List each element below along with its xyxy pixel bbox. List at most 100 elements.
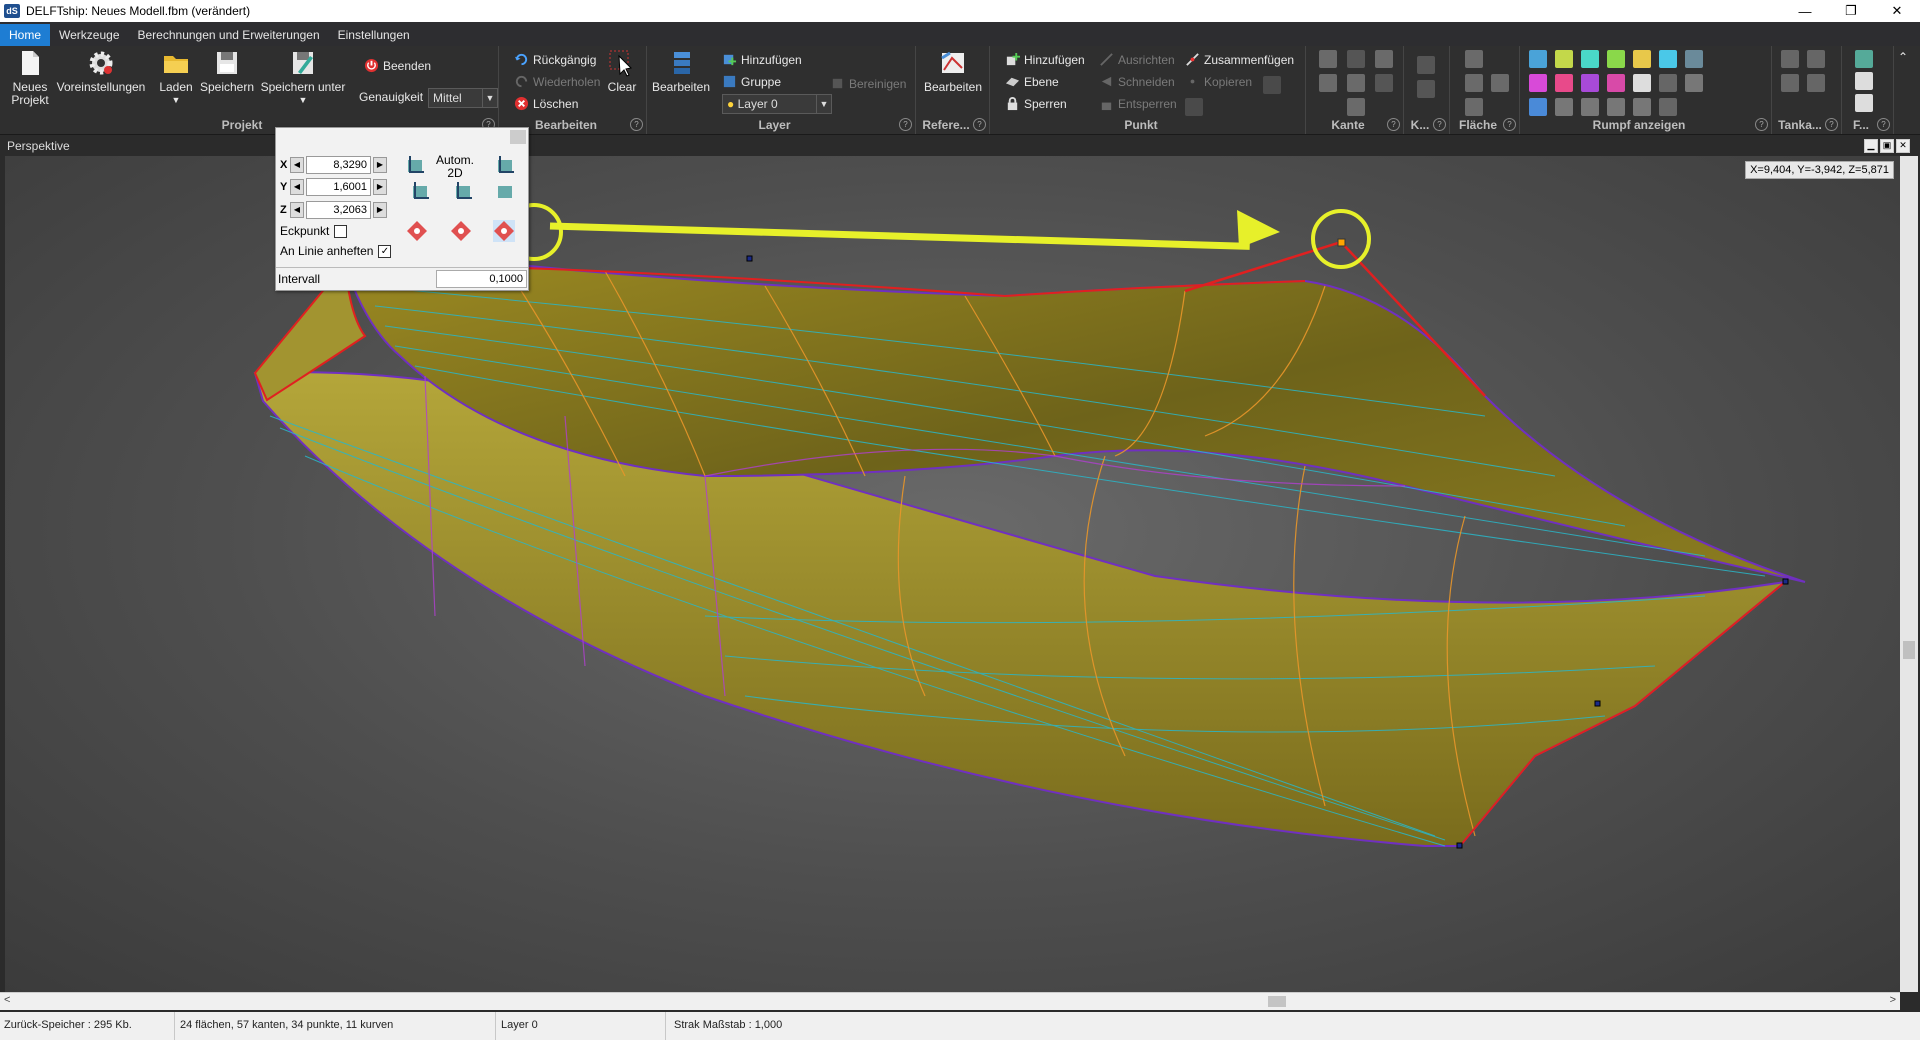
hull-view-icon[interactable] (1685, 50, 1703, 68)
x-decrement-button[interactable]: ◀ (290, 157, 304, 173)
ribbon-collapse-icon[interactable]: ⌃ (1898, 50, 1908, 64)
layer-add-button[interactable]: Hinzufügen (722, 52, 802, 67)
edge-tool-icon[interactable] (1375, 50, 1393, 68)
frame-tool-icon[interactable] (1855, 50, 1873, 68)
hull-view-icon[interactable] (1659, 74, 1677, 92)
hull-view-icon[interactable] (1581, 50, 1599, 68)
help-icon[interactable]: ? (1755, 118, 1768, 131)
layer-clean-button[interactable]: Bereinigen (830, 76, 906, 91)
move-point-active-icon[interactable] (493, 220, 515, 242)
precision-select[interactable]: Mittel ▼ (428, 88, 498, 108)
point-add-button[interactable]: Hinzufügen (1005, 52, 1085, 67)
tab-home[interactable]: Home (0, 24, 51, 46)
edge-tool-icon[interactable] (1319, 74, 1337, 92)
point-tool-icon[interactable] (1185, 98, 1203, 116)
view-plane-icon[interactable] (494, 154, 516, 176)
help-icon[interactable]: ? (630, 118, 643, 131)
help-icon[interactable]: ? (899, 118, 912, 131)
viewport-maximize-icon[interactable]: ▣ (1880, 139, 1894, 153)
load-button[interactable]: Laden ▼ (156, 48, 196, 107)
new-project-button[interactable]: Neues Projekt (6, 48, 54, 107)
edge-tool-icon[interactable] (1319, 50, 1337, 68)
hull-view-icon[interactable] (1529, 74, 1547, 92)
hull-view-icon[interactable] (1581, 98, 1599, 116)
point-plane-button[interactable]: Ebene (1005, 74, 1059, 89)
hull-view-icon[interactable] (1633, 50, 1651, 68)
tank-tool-icon[interactable] (1807, 50, 1825, 68)
z-decrement-button[interactable]: ◀ (290, 202, 304, 218)
scroll-right-icon[interactable]: > (1890, 994, 1896, 1006)
horizontal-scrollbar[interactable]: < > (0, 992, 1900, 1010)
hull-view-icon[interactable] (1633, 74, 1651, 92)
hull-view-icon[interactable] (1659, 50, 1677, 68)
hull-view-icon[interactable] (1633, 98, 1651, 116)
viewport-minimize-icon[interactable]: ▁ (1864, 139, 1878, 153)
help-icon[interactable]: ? (1387, 118, 1400, 131)
move-point-icon[interactable] (406, 220, 428, 242)
corner-point-checkbox[interactable] (334, 224, 348, 238)
vertical-scroll-thumb[interactable] (1903, 641, 1915, 659)
clear-button[interactable]: Clear (604, 48, 640, 94)
viewport-close-icon[interactable]: ✕ (1896, 139, 1910, 153)
view-plane-icon[interactable] (409, 180, 431, 202)
x-increment-button[interactable]: ▶ (373, 157, 387, 173)
hull-view-icon[interactable] (1529, 98, 1547, 116)
frame-tool-icon[interactable] (1855, 72, 1873, 90)
edge-tool-icon[interactable] (1347, 74, 1365, 92)
maximize-button[interactable]: ❐ (1828, 0, 1874, 22)
face-tool-icon[interactable] (1465, 50, 1483, 68)
help-icon[interactable]: ? (1877, 118, 1890, 131)
preferences-button[interactable]: Voreinstellungen (55, 48, 147, 94)
move-point-icon[interactable] (450, 220, 472, 242)
hull-view-icon[interactable] (1659, 98, 1677, 116)
help-icon[interactable]: ? (1433, 118, 1446, 131)
redo-button[interactable]: Wiederholen (514, 74, 600, 89)
y-increment-button[interactable]: ▶ (373, 179, 387, 195)
interval-input[interactable]: 0,1000 (436, 270, 527, 288)
point-copy-button[interactable]: Kopieren (1185, 74, 1252, 89)
layer-group-button[interactable]: Gruppe (722, 74, 781, 89)
point-cut-button[interactable]: Schneiden (1099, 74, 1175, 89)
edge-tool-icon[interactable] (1347, 50, 1365, 68)
y-decrement-button[interactable]: ◀ (290, 179, 304, 195)
frame-tool-icon[interactable] (1855, 94, 1873, 112)
tank-tool-icon[interactable] (1781, 74, 1799, 92)
quit-button[interactable]: Beenden (364, 58, 431, 73)
face-tool-icon[interactable] (1465, 98, 1483, 116)
delete-button[interactable]: Löschen (514, 96, 578, 111)
tab-einstellungen[interactable]: Einstellungen (329, 24, 419, 46)
view-plane-icon[interactable] (404, 154, 426, 176)
hull-view-icon[interactable] (1555, 98, 1573, 116)
hull-view-icon[interactable] (1607, 74, 1625, 92)
tank-tool-icon[interactable] (1807, 74, 1825, 92)
hull-view-icon[interactable] (1555, 50, 1573, 68)
x-coordinate-input[interactable]: 8,3290 (306, 156, 371, 174)
tab-werkzeuge[interactable]: Werkzeuge (50, 24, 128, 46)
help-icon[interactable]: ? (973, 118, 986, 131)
edge-tool-icon[interactable] (1375, 74, 1393, 92)
z-increment-button[interactable]: ▶ (373, 202, 387, 218)
point-unlock-button[interactable]: Entsperren (1099, 96, 1177, 111)
curve-tool-icon[interactable] (1417, 56, 1435, 74)
point-merge-button[interactable]: Zusammenfügen (1185, 52, 1294, 67)
view-plane-icon[interactable] (452, 180, 474, 202)
minimize-button[interactable]: — (1782, 0, 1828, 22)
hull-view-icon[interactable] (1555, 74, 1573, 92)
hull-view-icon[interactable] (1529, 50, 1547, 68)
point-lock-button[interactable]: Sperren (1005, 96, 1067, 111)
help-icon[interactable]: ? (1825, 118, 1838, 131)
curve-tool-icon[interactable] (1417, 80, 1435, 98)
dialog-close-icon[interactable] (510, 130, 526, 144)
tank-tool-icon[interactable] (1781, 50, 1799, 68)
vertical-scrollbar[interactable] (1900, 156, 1918, 992)
save-button[interactable]: Speichern (200, 48, 254, 94)
hull-view-icon[interactable] (1607, 50, 1625, 68)
face-tool-icon[interactable] (1465, 74, 1483, 92)
reference-edit-button[interactable]: Bearbeiten (923, 48, 983, 94)
scroll-left-icon[interactable]: < (4, 994, 10, 1006)
tab-berechnungen[interactable]: Berechnungen und Erweiterungen (129, 24, 329, 46)
layer-edit-button[interactable]: Bearbeiten (652, 48, 710, 94)
z-coordinate-input[interactable]: 3,2063 (306, 201, 371, 219)
point-align-button[interactable]: Ausrichten (1099, 52, 1175, 67)
edge-tool-icon[interactable] (1347, 98, 1365, 116)
